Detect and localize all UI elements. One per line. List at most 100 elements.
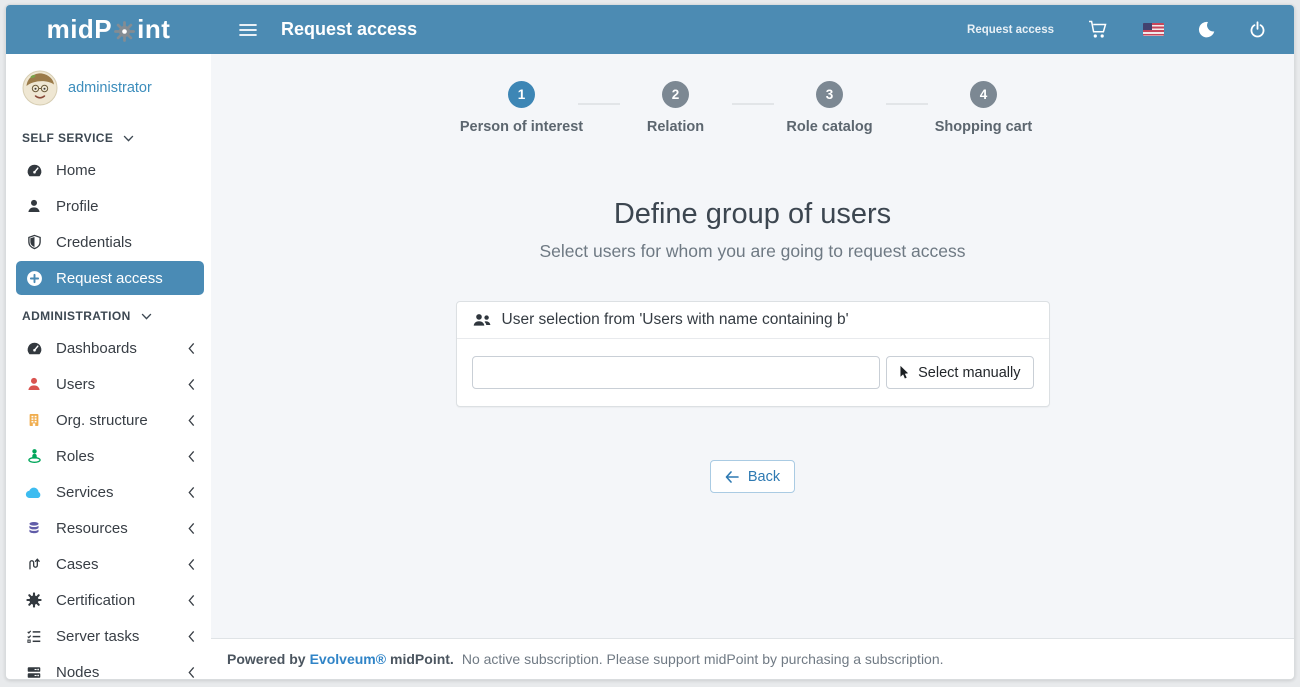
sidebar-item-label: Request access <box>56 270 163 287</box>
section-administration[interactable]: ADMINISTRATION <box>6 296 211 330</box>
wizard-steps: 1 Person of interest 2 Relation 3 Role c… <box>211 54 1294 135</box>
step-connector <box>578 103 620 105</box>
role-icon <box>24 448 44 464</box>
sidebar-item-roles[interactable]: Roles <box>6 438 211 474</box>
sidebar-item-server-tasks[interactable]: Server tasks <box>6 618 211 654</box>
sidebar-item-label: Users <box>56 376 95 393</box>
logout-power-icon[interactable] <box>1249 21 1266 38</box>
select-manually-label: Select manually <box>918 365 1020 381</box>
request-access-top-link[interactable]: Request access <box>967 24 1054 36</box>
route-icon <box>24 556 44 572</box>
step-label: Person of interest <box>460 119 583 135</box>
wizard-step-role-catalog[interactable]: 3 Role catalog <box>774 81 886 135</box>
sidebar-item-resources[interactable]: Resources <box>6 510 211 546</box>
sidebar-item-label: Server tasks <box>56 628 139 645</box>
cart-icon[interactable] <box>1088 20 1109 39</box>
chevron-left-icon <box>188 342 195 355</box>
sidebar-item-services[interactable]: Services <box>6 474 211 510</box>
chevron-left-icon <box>188 558 195 571</box>
sidebar-item-credentials[interactable]: Credentials <box>6 224 211 260</box>
username-link[interactable]: administrator <box>68 80 152 96</box>
plus-circle-icon <box>24 270 44 287</box>
main-content: 1 Person of interest 2 Relation 3 Role c… <box>211 54 1294 638</box>
midpoint-logo[interactable]: midP int <box>6 14 211 45</box>
step-number: 3 <box>816 81 843 108</box>
page-title: Define group of users <box>211 198 1294 231</box>
sidebar-item-label: Certification <box>56 592 135 609</box>
brand-text-post: int <box>137 14 170 45</box>
step-number: 4 <box>970 81 997 108</box>
evolveum-link[interactable]: Evolveum® <box>310 651 386 667</box>
panel-header-text: User selection from 'Users with name con… <box>502 311 849 329</box>
tachometer-icon <box>24 340 44 357</box>
sidebar-item-org-structure[interactable]: Org. structure <box>6 402 211 438</box>
step-label: Role catalog <box>786 119 872 135</box>
select-manually-button[interactable]: Select manually <box>886 356 1033 389</box>
gear-icon <box>114 21 135 42</box>
page-subtitle: Select users for whom you are going to r… <box>211 241 1294 262</box>
section-label: ADMINISTRATION <box>22 309 131 323</box>
user-icon <box>24 198 44 214</box>
sidebar-item-label: Credentials <box>56 234 132 251</box>
sidebar-toggle-hamburger-icon[interactable] <box>233 17 263 43</box>
sidebar-item-label: Profile <box>56 198 99 215</box>
cloud-icon <box>24 485 44 499</box>
sidebar-item-dashboards[interactable]: Dashboards <box>6 330 211 366</box>
building-icon <box>24 412 44 428</box>
avatar <box>22 70 58 106</box>
wizard-step-shopping-cart[interactable]: 4 Shopping cart <box>928 81 1040 135</box>
dark-mode-moon-icon[interactable] <box>1198 21 1215 38</box>
sidebar: administrator SELF SERVICE Home <box>6 54 211 679</box>
sidebar-item-label: Resources <box>56 520 128 537</box>
certificate-seal-icon <box>24 592 44 608</box>
users-group-icon <box>472 312 492 328</box>
step-number: 2 <box>662 81 689 108</box>
database-icon <box>24 520 44 536</box>
chevron-left-icon <box>188 486 195 499</box>
sidebar-item-label: Nodes <box>56 664 99 680</box>
sidebar-item-profile[interactable]: Profile <box>6 188 211 224</box>
chevron-left-icon <box>188 594 195 607</box>
user-panel[interactable]: administrator <box>6 64 211 118</box>
top-navbar: midP int Request access <box>6 5 1294 54</box>
navbar-right-cluster: Request access <box>967 20 1294 39</box>
sidebar-item-users[interactable]: Users <box>6 366 211 402</box>
user-icon <box>24 376 44 392</box>
user-search-input[interactable] <box>472 356 881 389</box>
tachometer-icon <box>24 162 44 179</box>
tasks-list-icon <box>24 629 44 644</box>
sidebar-item-label: Cases <box>56 556 99 573</box>
step-connector <box>732 103 774 105</box>
locale-flag-icon[interactable] <box>1143 23 1164 36</box>
back-button[interactable]: Back <box>710 460 795 493</box>
wizard-step-relation[interactable]: 2 Relation <box>620 81 732 135</box>
panel-header: User selection from 'Users with name con… <box>457 302 1049 339</box>
sidebar-item-label: Home <box>56 162 96 179</box>
footer: Powered by Evolveum® midPoint. No active… <box>211 638 1294 679</box>
back-button-label: Back <box>748 469 780 485</box>
arrow-left-icon <box>725 471 739 483</box>
sidebar-item-request-access[interactable]: Request access <box>16 261 204 295</box>
sidebar-item-certification[interactable]: Certification <box>6 582 211 618</box>
chevron-left-icon <box>188 414 195 427</box>
wizard-step-person-of-interest[interactable]: 1 Person of interest <box>466 81 578 135</box>
mouse-pointer-icon <box>899 365 910 380</box>
shield-icon <box>24 234 44 250</box>
chevron-left-icon <box>188 450 195 463</box>
panel-body: Select manually <box>457 339 1049 406</box>
footer-product: midPoint. <box>390 651 454 667</box>
app-window: midP int Request access <box>5 4 1295 680</box>
user-selection-panel: User selection from 'Users with name con… <box>456 301 1050 407</box>
sidebar-item-label: Services <box>56 484 114 501</box>
sidebar-item-nodes[interactable]: Nodes <box>6 654 211 679</box>
section-self-service[interactable]: SELF SERVICE <box>6 118 211 152</box>
sidebar-item-cases[interactable]: Cases <box>6 546 211 582</box>
sidebar-item-label: Roles <box>56 448 94 465</box>
sidebar-item-home[interactable]: Home <box>6 152 211 188</box>
footer-subscription-message: No active subscription. Please support m… <box>462 651 944 667</box>
step-label: Shopping cart <box>935 119 1032 135</box>
chevron-down-icon <box>123 135 134 142</box>
step-connector <box>886 103 928 105</box>
brand-text-pre: midP <box>47 14 113 45</box>
chevron-left-icon <box>188 378 195 391</box>
